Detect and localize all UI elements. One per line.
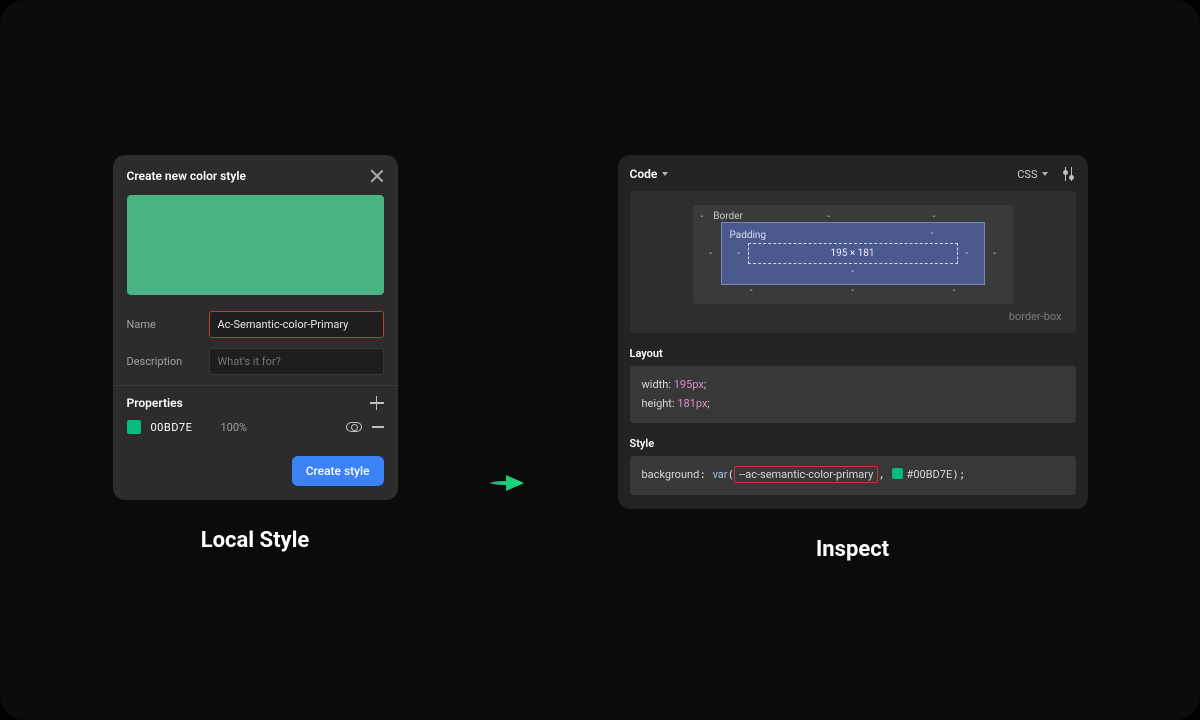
css-var-name: --ac-semantic-color-primary: [734, 466, 878, 483]
dash: -: [701, 222, 721, 285]
box-model-content: 195 × 181: [748, 243, 958, 264]
name-field-row: Name Ac-Semantic-color-Primary: [127, 311, 384, 338]
local-style-header: Create new color style: [127, 169, 384, 183]
dash: -: [903, 285, 1004, 296]
property-hex: 00BD7E: [151, 421, 211, 434]
style-code-block[interactable]: background: var(--ac-semantic-color-prim…: [630, 456, 1076, 495]
css-fn: var: [713, 468, 728, 481]
inspect-column: Code CSS - Border: [618, 155, 1088, 562]
page-root: Create new color style Name Ac-Semantic-…: [0, 0, 1200, 720]
dash: -: [985, 222, 1005, 285]
panel-title: Create new color style: [127, 169, 246, 183]
css-hex: #00BD7E: [907, 468, 953, 481]
css-prop: height: [642, 397, 672, 410]
css-value: 195px: [674, 378, 704, 391]
code-tab-label: Code: [630, 167, 658, 181]
dash: -: [864, 211, 1005, 222]
name-input[interactable]: Ac-Semantic-color-Primary: [209, 311, 384, 338]
chevron-down-icon: [1042, 172, 1048, 176]
properties-title: Properties: [127, 396, 183, 410]
property-swatch: [127, 420, 141, 434]
dash: -: [793, 211, 863, 222]
description-field-row: Description: [127, 348, 384, 375]
inspect-header: Code CSS: [630, 167, 1076, 181]
description-label: Description: [127, 355, 197, 368]
settings-sliders-icon[interactable]: [1062, 167, 1076, 181]
arrow-icon: [488, 468, 528, 502]
local-style-panel: Create new color style Name Ac-Semantic-…: [113, 155, 398, 500]
css-prop: background: [642, 468, 700, 481]
inspect-header-right: CSS: [1017, 167, 1075, 181]
create-row: Create style: [127, 456, 384, 486]
dash: -: [730, 266, 976, 277]
inline-swatch: [892, 468, 903, 479]
eye-icon[interactable]: [346, 422, 362, 432]
dash: -: [730, 248, 748, 259]
box-sizing-label: border-box: [1009, 310, 1062, 323]
dash: -: [802, 285, 903, 296]
layout-code-block[interactable]: width: 195px; height: 181px;: [630, 366, 1076, 423]
description-input[interactable]: [209, 348, 384, 375]
close-icon[interactable]: [370, 169, 384, 183]
language-label: CSS: [1017, 168, 1037, 181]
name-label: Name: [127, 318, 197, 331]
inspect-caption: Inspect: [816, 537, 889, 562]
code-tab[interactable]: Code: [630, 167, 669, 181]
box-model-diagram: - Border - - - Padding - - 195 × 181: [630, 191, 1076, 333]
inspect-panel: Code CSS - Border: [618, 155, 1088, 509]
style-section-label: Style: [630, 437, 1076, 450]
layout-section-label: Layout: [630, 347, 1076, 360]
minus-icon[interactable]: [372, 426, 384, 428]
divider: [113, 385, 398, 386]
local-style-column: Create new color style Name Ac-Semantic-…: [113, 155, 398, 553]
plus-icon[interactable]: [370, 396, 384, 410]
property-row[interactable]: 00BD7E 100%: [127, 420, 384, 434]
chevron-down-icon: [662, 172, 668, 176]
css-value: 181px: [677, 397, 707, 410]
create-style-button[interactable]: Create style: [292, 456, 384, 486]
properties-header: Properties: [127, 396, 384, 410]
local-style-caption: Local Style: [201, 528, 310, 553]
property-opacity: 100%: [221, 421, 336, 434]
dash: -: [701, 285, 802, 296]
border-label: Border: [703, 211, 793, 222]
dash: -: [958, 248, 976, 259]
css-prop: width: [642, 378, 669, 391]
box-model-padding: Padding - - 195 × 181 - -: [721, 222, 985, 285]
language-select[interactable]: CSS: [1017, 168, 1047, 181]
dash: -: [931, 228, 934, 239]
color-preview-swatch: [127, 195, 384, 295]
padding-label: Padding: [730, 230, 767, 241]
box-model-border: - Border - - - Padding - - 195 × 181: [693, 205, 1013, 304]
